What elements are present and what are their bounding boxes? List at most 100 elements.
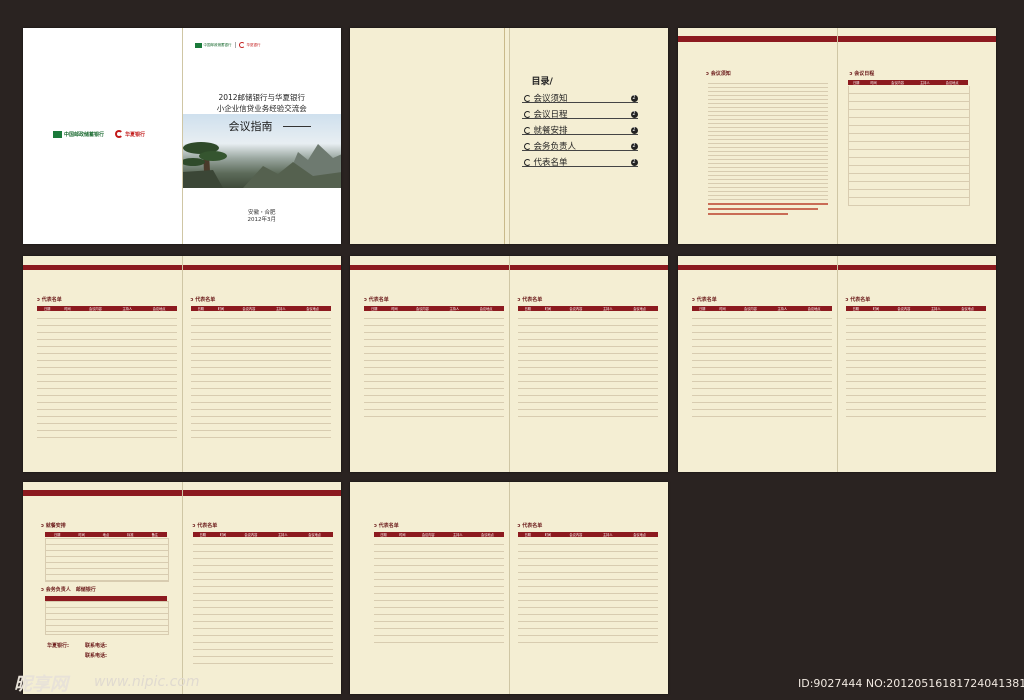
col-header: 主持人 bbox=[593, 532, 622, 537]
toc-page-badge: 2 bbox=[630, 159, 638, 166]
col-header: 时间 bbox=[210, 306, 232, 311]
contact-phone-2: 联系电话: bbox=[85, 653, 107, 659]
delegates-table: 日期 时间 会议内容 主持人 会议地点 bbox=[190, 306, 331, 311]
watermark-url: www.nipic.com bbox=[94, 674, 200, 690]
schedule-table: 日期 时间 会议内容 主持人 会议地点 bbox=[847, 80, 968, 85]
notice-text-block bbox=[708, 80, 828, 200]
delegates-table: 日期 时间 会议内容 主持人 会议地点 bbox=[374, 532, 504, 537]
toc-spread: 目录/ 会议须知 会议日程 就餐安排 会务负责人 代表名单 2 2 2 2 2 bbox=[350, 28, 668, 244]
back-cover: 中国邮政储蓄银行 华夏银行 bbox=[23, 28, 182, 244]
table-header-row: 日期 时间 会议内容 主持人 会议地点 bbox=[517, 306, 658, 311]
col-header: 会议内容 bbox=[882, 80, 913, 85]
col-header: 会议地点 bbox=[621, 306, 658, 311]
header-bar bbox=[182, 490, 341, 496]
header-bar bbox=[837, 265, 996, 270]
delegates-heading: ↄ 代表名单 bbox=[845, 297, 871, 303]
delegates-table: 日期 时间 会议内容 主持人 会议地点 bbox=[192, 532, 333, 537]
col-header: 会议地点 bbox=[936, 80, 968, 85]
delegates-heading: ↄ 代表名单 bbox=[190, 297, 216, 303]
toc-title: 目录/ bbox=[531, 77, 553, 87]
col-header: 会议地点 bbox=[949, 306, 986, 311]
cover-title-2: 小企业信贷业务经验交流会 bbox=[216, 104, 307, 113]
postal-bank-logo: 中国邮政储蓄银行 bbox=[53, 131, 104, 138]
col-header: 会议内容 bbox=[233, 532, 269, 537]
col-header: 主持人 bbox=[593, 306, 622, 311]
delegates-rows bbox=[374, 538, 504, 648]
huaxia-logo-icon bbox=[115, 130, 123, 138]
delegates-page: ↄ 代表名单 日期 时间 会议内容 主持人 会议地点 bbox=[678, 256, 837, 472]
col-header: 日期 bbox=[45, 532, 70, 537]
cover-title-3: 会议指南 bbox=[228, 120, 273, 133]
delegates-table: 日期 时间 会议内容 主持人 会议地点 bbox=[845, 306, 986, 311]
col-header: 会议内容 bbox=[558, 306, 594, 311]
col-header: 时间 bbox=[865, 306, 887, 311]
header-bar bbox=[23, 490, 182, 496]
col-header: 主持人 bbox=[113, 306, 142, 311]
header-bar bbox=[678, 265, 837, 270]
delegates-page: ↄ 代表名单 日期 时间 会议内容 主持人 会议地点 bbox=[181, 256, 341, 472]
cover-spread: 中国邮政储蓄银行 华夏银行 中国邮政储蓄银行 华夏银行 2012邮储银行与华夏银… bbox=[23, 28, 341, 244]
bullet-icon bbox=[523, 110, 531, 118]
col-header: 主持人 bbox=[444, 532, 471, 537]
table-header-row: 日期 时间 会议内容 主持人 会议地点 bbox=[192, 532, 333, 537]
schedule-heading: ↄ 会议日程 bbox=[849, 71, 875, 77]
toc-left-page bbox=[350, 28, 509, 244]
delegates-spread-2: ↄ 代表名单 日期 时间 会议内容 主持人 会议地点 ↄ 代表名单 日期 时间 … bbox=[350, 256, 668, 472]
col-header: 会议地点 bbox=[141, 306, 177, 311]
staff-rows bbox=[45, 601, 169, 635]
col-header: 时间 bbox=[537, 306, 559, 311]
table-header-row: 日期 时间 会议内容 主持人 会议地点 bbox=[37, 306, 177, 311]
postal-logo-icon bbox=[194, 42, 202, 48]
col-header: 时间 bbox=[392, 532, 412, 537]
col-header: 会议地点 bbox=[294, 306, 331, 311]
col-header: 会议地点 bbox=[296, 532, 333, 537]
delegates-spread-1: ↄ 代表名单 日期 时间 会议内容 主持人 会议地点 ↄ 代表名单 日期 时间 … bbox=[23, 256, 341, 472]
delegates-page: ↄ 代表名单 日期 时间 会议内容 主持人 会议地点 bbox=[508, 482, 669, 694]
postal-logo-icon bbox=[53, 131, 62, 138]
delegates-rows bbox=[517, 312, 658, 422]
huaxia-logo: 华夏银行 bbox=[115, 130, 145, 138]
delegates-rows bbox=[517, 538, 658, 648]
col-header: 会议地点 bbox=[468, 306, 504, 311]
delegates-rows bbox=[845, 312, 986, 422]
col-header: 时间 bbox=[384, 306, 405, 311]
dining-page: ↄ 就餐安排 日期 时间 地点 标准 备注 ↄ 会务负责人 邮储银行 华夏银行:… bbox=[23, 482, 182, 694]
delegates-rows bbox=[190, 312, 331, 442]
toc-rule bbox=[521, 166, 638, 167]
header-bar bbox=[837, 36, 996, 42]
toc-rule bbox=[521, 102, 638, 103]
delegates-spread-3: ↄ 代表名单 日期 时间 会议内容 主持人 会议地点 ↄ 代表名单 日期 时间 … bbox=[678, 256, 996, 472]
delegates-heading: ↄ 代表名单 bbox=[517, 523, 543, 529]
col-header: 主持人 bbox=[912, 80, 937, 85]
notice-page: ↄ 会议须知 bbox=[678, 28, 837, 244]
delegates-page: ↄ 代表名单 日期 时间 会议内容 主持人 会议地点 bbox=[350, 256, 509, 472]
col-header: 标准 bbox=[118, 532, 143, 537]
col-header: 会议内容 bbox=[404, 306, 441, 311]
col-header: 日期 bbox=[374, 532, 393, 537]
dining-table: 日期 时间 地点 标准 备注 bbox=[45, 532, 167, 537]
delegates-rows bbox=[692, 312, 832, 422]
toc-rule bbox=[521, 134, 638, 135]
col-header: 地点 bbox=[93, 532, 119, 537]
col-header: 日期 bbox=[364, 306, 385, 311]
col-header: 会议内容 bbox=[732, 306, 769, 311]
col-header: 会议地点 bbox=[796, 306, 832, 311]
col-header: 时间 bbox=[57, 306, 78, 311]
header-bar bbox=[678, 36, 837, 42]
delegates-heading: ↄ 代表名单 bbox=[517, 297, 543, 303]
delegates-rows bbox=[37, 312, 177, 442]
col-header: 时间 bbox=[537, 532, 559, 537]
delegates-page: ↄ 代表名单 日期 时间 会议内容 主持人 会议地点 bbox=[350, 482, 509, 694]
delegates-table: 日期 时间 会议内容 主持人 会议地点 bbox=[692, 306, 832, 311]
col-header: 日期 bbox=[190, 306, 211, 311]
col-header: 会议地点 bbox=[470, 532, 504, 537]
page-rule bbox=[503, 28, 505, 244]
header-bar bbox=[350, 265, 509, 270]
toc-rule bbox=[521, 118, 638, 119]
toc-page-badge: 2 bbox=[630, 143, 638, 150]
postal-bank-name-small: 中国邮政储蓄银行 bbox=[203, 42, 232, 47]
col-header: 主持人 bbox=[768, 306, 797, 311]
toc-page-badge: 2 bbox=[630, 95, 638, 102]
header-bar bbox=[23, 265, 182, 270]
logo-divider bbox=[234, 42, 236, 48]
